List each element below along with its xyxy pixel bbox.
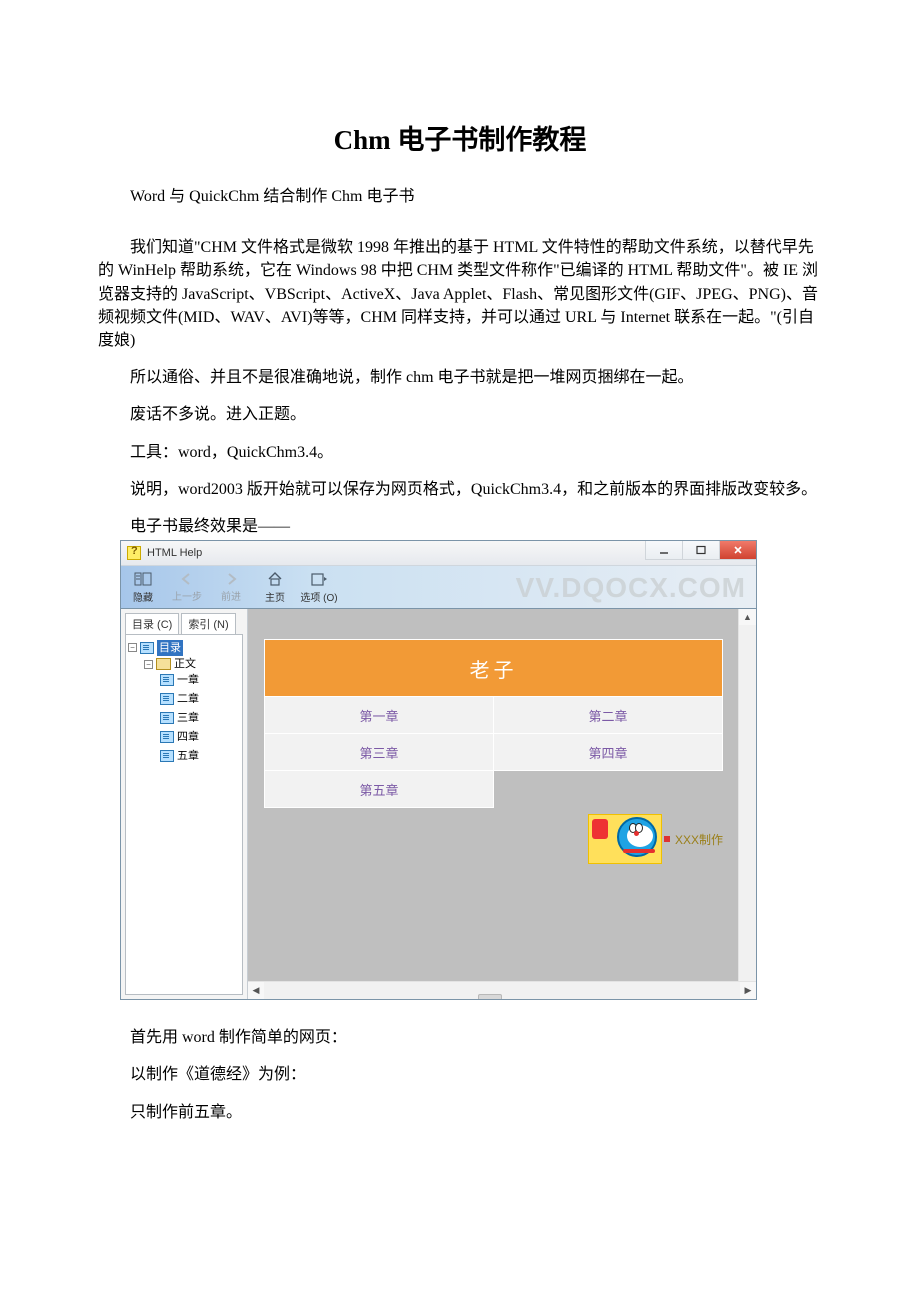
- paragraph: 废话不多说。进入正题。: [98, 403, 822, 426]
- tab-contents[interactable]: 目录 (C): [125, 613, 179, 634]
- tree-ch1-label: 一章: [177, 672, 199, 688]
- tree-item-ch2[interactable]: 二章: [160, 691, 199, 707]
- book-title: 老子: [265, 640, 723, 697]
- document-page: Chm 电子书制作教程 Word 与 QuickChm 结合制作 Chm 电子书…: [0, 0, 920, 1198]
- forward-button[interactable]: 前进: [209, 566, 253, 608]
- tree-ch2-label: 二章: [177, 691, 199, 707]
- scroll-thumb[interactable]: [478, 994, 502, 1000]
- tree-item-ch4[interactable]: 四章: [160, 729, 199, 745]
- empty-cell: [494, 771, 723, 808]
- folder-icon: [156, 658, 171, 670]
- chapter-link-5[interactable]: 第五章: [265, 771, 494, 808]
- vertical-scrollbar[interactable]: ▲: [738, 609, 756, 982]
- paragraph: 所以通俗、并且不是很准确地说，制作 chm 电子书就是把一堆网页捆绑在一起。: [98, 366, 822, 389]
- tree-ch3-label: 三章: [177, 710, 199, 726]
- scroll-up-icon[interactable]: ▲: [739, 609, 756, 625]
- chapter-link-2[interactable]: 第二章: [494, 697, 723, 734]
- home-label: 主页: [265, 589, 285, 604]
- chapter-link-3[interactable]: 第三章: [265, 734, 494, 771]
- paragraph: 首先用 word 制作简单的网页：: [98, 1026, 822, 1049]
- html-help-window: HTML Help 隐藏 上一步: [120, 540, 757, 1000]
- minimize-button[interactable]: [645, 541, 682, 560]
- help-body: 目录 (C) 索引 (N) − 目录: [121, 609, 756, 999]
- forward-label: 前进: [221, 588, 241, 603]
- paragraph: 工具：word，QuickChm3.4。: [98, 441, 822, 464]
- tree-ch4-label: 四章: [177, 729, 199, 745]
- content-pane: 老子 第一章 第二章 第三章 第四章 第五章: [248, 609, 756, 999]
- window-title: HTML Help: [147, 547, 202, 559]
- tree-body[interactable]: − 正文: [144, 656, 196, 672]
- chapter-row: 第一章 第二章: [265, 697, 723, 734]
- document-icon: [160, 712, 174, 724]
- tree-root-label: 目录: [157, 640, 183, 656]
- tree-item-ch5[interactable]: 五章: [160, 748, 199, 764]
- paragraph: 说明，word2003 版开始就可以保存为网页格式，QuickChm3.4，和之…: [98, 478, 822, 501]
- help-icon: [127, 546, 141, 560]
- home-button[interactable]: 主页: [253, 566, 297, 608]
- bullet-icon: [664, 836, 670, 842]
- tab-index[interactable]: 索引 (N): [181, 613, 235, 634]
- tree-root[interactable]: − 目录: [128, 640, 183, 656]
- tree-item-ch1[interactable]: 一章: [160, 672, 199, 688]
- paragraph: Word 与 QuickChm 结合制作 Chm 电子书: [98, 185, 822, 208]
- intro-block: Word 与 QuickChm 结合制作 Chm 电子书: [98, 185, 822, 208]
- back-label: 上一步: [172, 588, 202, 603]
- chapter-row: 第三章 第四章: [265, 734, 723, 771]
- window-buttons: [645, 541, 756, 560]
- paragraph: 电子书最终效果是——: [98, 515, 822, 538]
- document-icon: [160, 693, 174, 705]
- navigation-pane: 目录 (C) 索引 (N) − 目录: [121, 609, 248, 999]
- close-button[interactable]: [719, 541, 756, 560]
- content-inner: 老子 第一章 第二章 第三章 第四章 第五章: [248, 609, 739, 982]
- document-icon: [140, 642, 154, 654]
- chapter-row: 第五章: [265, 771, 723, 808]
- options-button[interactable]: 选项 (O): [297, 566, 341, 608]
- paragraph: 以制作《道德经》为例：: [98, 1063, 822, 1086]
- document-icon: [160, 674, 174, 686]
- tree-ch5-label: 五章: [177, 748, 199, 764]
- tree-body-label: 正文: [174, 656, 196, 672]
- collapse-icon[interactable]: −: [144, 660, 153, 669]
- options-label: 选项 (O): [300, 589, 337, 604]
- document-icon: [160, 731, 174, 743]
- horizontal-scrollbar[interactable]: ◀ ▶: [248, 981, 756, 999]
- collapse-icon[interactable]: −: [128, 643, 137, 652]
- tree-area: − 目录 − 正文: [125, 634, 243, 995]
- doraemon-image: [588, 814, 662, 864]
- hide-label: 隐藏: [133, 589, 153, 604]
- document-icon: [160, 750, 174, 762]
- credit-text: XXX制作: [675, 831, 723, 848]
- window-titlebar: HTML Help: [121, 541, 756, 566]
- chapter-link-1[interactable]: 第一章: [265, 697, 494, 734]
- scroll-right-icon[interactable]: ▶: [740, 982, 756, 999]
- page-title: Chm 电子书制作教程: [98, 118, 822, 157]
- contents-tree: − 目录 − 正文: [128, 639, 240, 767]
- watermark-text: VV.DQOCX.COM: [516, 572, 746, 604]
- toolbar: 隐藏 上一步 前进 主页 选项 (O) VV.DQOCX.COM: [121, 566, 756, 609]
- chapter-link-4[interactable]: 第四章: [494, 734, 723, 771]
- credit-block: XXX制作: [264, 814, 723, 864]
- scroll-left-icon[interactable]: ◀: [248, 982, 264, 999]
- back-button[interactable]: 上一步: [165, 566, 209, 608]
- maximize-button[interactable]: [682, 541, 719, 560]
- book-table: 老子 第一章 第二章 第三章 第四章 第五章: [264, 639, 723, 808]
- book-title-row: 老子: [265, 640, 723, 697]
- hide-button[interactable]: 隐藏: [121, 566, 165, 608]
- tree-item-ch3[interactable]: 三章: [160, 710, 199, 726]
- paragraph: 我们知道"CHM 文件格式是微软 1998 年推出的基于 HTML 文件特性的帮…: [98, 236, 822, 352]
- nav-tabs: 目录 (C) 索引 (N): [121, 609, 247, 634]
- paragraph: 只制作前五章。: [98, 1101, 822, 1124]
